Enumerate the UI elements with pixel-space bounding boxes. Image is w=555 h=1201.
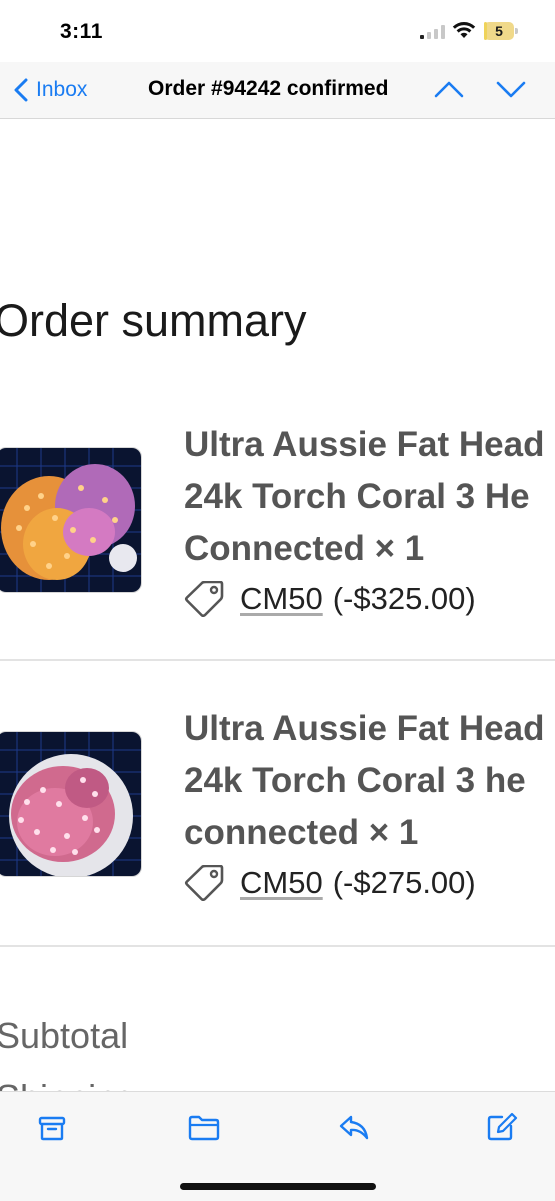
status-time: 3:11 [60,20,103,43]
item-divider [0,659,555,661]
compose-icon[interactable] [486,1112,518,1142]
chevron-left-icon [14,78,28,102]
email-body[interactable]: Order summary Ultra Aussie Fat Head 24k … [0,119,555,1091]
archive-icon[interactable] [36,1112,68,1142]
item-name: Ultra Aussie Fat Head 24k Torch Coral 3 … [184,703,555,859]
back-label: Inbox [36,78,88,101]
item-name: Ultra Aussie Fat Head 24k Torch Coral 3 … [184,419,555,575]
email-subject: Order #94242 confirmed [148,77,389,100]
discount-row: CM50 (-$275.00) [184,863,476,903]
discount-row: CM50 (-$325.00) [184,579,476,619]
tag-icon [184,865,224,901]
home-indicator[interactable] [180,1183,376,1190]
discount-code[interactable]: CM50 [240,865,323,901]
item-name-line: Ultra Aussie Fat Head [184,709,545,748]
subtotal-label: Subtotal [0,1015,129,1056]
coral-product-image [0,447,142,593]
chevron-down-icon[interactable] [496,78,526,100]
folder-icon[interactable] [188,1112,220,1142]
back-to-inbox-button[interactable]: Inbox [14,76,87,104]
battery-percentage: 5 [495,23,503,39]
item-divider [0,945,555,947]
shipping-label: Shipping [0,1077,136,1091]
status-bar: 3:11 5 [0,0,555,62]
discount-amount: (-$275.00) [332,865,476,900]
tag-icon [184,581,224,617]
signal-icon [420,25,445,39]
item-name-line: connected × 1 [184,813,419,852]
mail-nav-bar: Inbox Order #94242 confirmed [0,62,555,119]
item-name-line: 24k Torch Coral 3 He [184,477,530,516]
item-name-line: 24k Torch Coral 3 he [184,761,526,800]
item-name-line: Connected × 1 [184,529,425,568]
order-summary-title: Order summary [0,295,307,346]
battery-icon: 5 [484,22,518,40]
coral-photo-1 [0,448,141,592]
coral-product-image [0,731,142,877]
item-name-line: Ultra Aussie Fat Head [184,425,545,464]
battery-tip [515,28,518,34]
coral-photo-2 [0,732,141,876]
discount-code[interactable]: CM50 [240,581,323,617]
wifi-icon [452,22,476,38]
discount-amount: (-$325.00) [332,581,476,616]
reply-icon[interactable] [338,1112,370,1142]
chevron-up-icon[interactable] [434,78,464,100]
